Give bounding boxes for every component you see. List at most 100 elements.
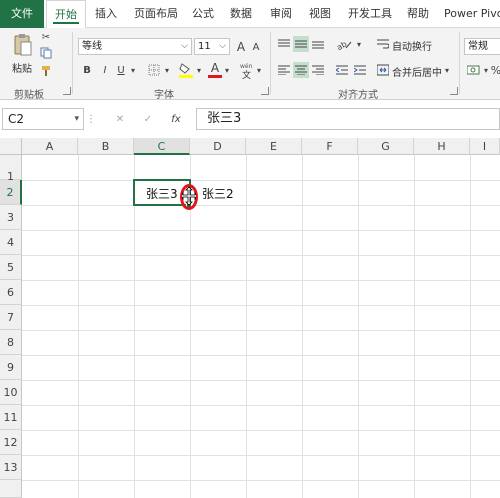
wrap-text-button[interactable]: 自动换行: [392, 38, 432, 53]
cancel-icon[interactable]: ✕: [112, 111, 128, 127]
gridline: [302, 155, 303, 498]
column-header[interactable]: I: [470, 138, 500, 155]
gridline: [22, 455, 500, 456]
group-divider: [72, 32, 73, 94]
clipboard-launcher-icon[interactable]: [63, 87, 71, 95]
tab-page-layout[interactable]: 页面布局: [128, 0, 184, 28]
row-header[interactable]: 8: [0, 330, 22, 355]
row-header[interactable]: 13: [0, 455, 22, 480]
borders-icon[interactable]: [146, 62, 162, 78]
tab-power-pivot[interactable]: Power Pivot: [444, 0, 500, 28]
align-left-icon[interactable]: [276, 62, 292, 78]
formula-controls: ✕ ✓ fx: [98, 108, 193, 130]
grow-font-button[interactable]: A: [234, 38, 248, 55]
chevron-down-icon[interactable]: ▾: [222, 62, 232, 78]
insert-function-button[interactable]: fx: [168, 111, 184, 127]
shrink-font-button[interactable]: A: [250, 40, 262, 55]
gridline: [22, 355, 500, 356]
tab-home[interactable]: 开始: [46, 0, 86, 29]
row-header[interactable]: 7: [0, 305, 22, 330]
row-header[interactable]: 4: [0, 230, 22, 255]
row-header[interactable]: 11: [0, 405, 22, 430]
tab-data[interactable]: 数据: [226, 0, 256, 28]
merge-center-button[interactable]: 合并后居中: [392, 64, 442, 79]
wrap-text-icon[interactable]: [376, 36, 390, 52]
cut-icon[interactable]: ✂: [38, 30, 54, 44]
column-header[interactable]: E: [246, 138, 302, 155]
gridline: [358, 155, 359, 498]
row-header[interactable]: 9: [0, 355, 22, 380]
column-header[interactable]: H: [414, 138, 470, 155]
tab-review[interactable]: 审阅: [266, 0, 296, 28]
tab-file[interactable]: 文件: [0, 0, 44, 28]
name-box[interactable]: C2 ▾: [2, 108, 84, 130]
chevron-down-icon[interactable]: ▾: [128, 62, 138, 78]
chevron-down-icon[interactable]: ▾: [162, 62, 172, 78]
column-header[interactable]: B: [78, 138, 134, 155]
row-header-selected[interactable]: 2: [0, 180, 22, 205]
enter-icon[interactable]: ✓: [140, 111, 156, 127]
italic-button[interactable]: I: [98, 62, 112, 78]
fill-color-icon[interactable]: [178, 61, 194, 79]
formula-input[interactable]: 张三3: [196, 108, 500, 130]
row-header[interactable]: 5: [0, 255, 22, 280]
paste-icon[interactable]: [12, 32, 34, 58]
row-header[interactable]: [0, 480, 22, 498]
gridline: [78, 155, 79, 498]
column-header[interactable]: A: [22, 138, 78, 155]
orientation-icon[interactable]: ab: [334, 36, 354, 52]
copy-icon[interactable]: [38, 46, 54, 60]
decrease-indent-icon[interactable]: [334, 62, 350, 78]
number-format-select[interactable]: 常规: [464, 38, 500, 55]
chevron-down-icon[interactable]: ▾: [194, 62, 204, 78]
bold-button[interactable]: B: [80, 62, 94, 78]
gridline: [22, 255, 500, 256]
format-painter-icon[interactable]: [38, 64, 54, 78]
increase-indent-icon[interactable]: [352, 62, 368, 78]
underline-button[interactable]: U: [114, 62, 128, 78]
alignment-launcher-icon[interactable]: [450, 87, 458, 95]
row-header[interactable]: 10: [0, 380, 22, 405]
column-header[interactable]: G: [358, 138, 414, 155]
tab-insert[interactable]: 插入: [88, 0, 124, 28]
row-header[interactable]: 3: [0, 205, 22, 230]
align-top-icon[interactable]: [276, 36, 292, 52]
ribbon: 粘贴 ✂ 剪贴板 等线 ⌵ 11 ⌵ A A B I U ▾ ▾ ▾ A ▾ w…: [0, 28, 500, 101]
column-header[interactable]: D: [190, 138, 246, 155]
group-divider: [459, 32, 460, 94]
chevron-down-icon[interactable]: ▾: [254, 62, 264, 78]
row-header[interactable]: 12: [0, 430, 22, 455]
align-center-icon[interactable]: [293, 62, 309, 78]
tab-view[interactable]: 视图: [305, 0, 335, 28]
align-bottom-icon[interactable]: [310, 36, 326, 52]
column-header-selected[interactable]: C: [134, 138, 190, 155]
gridline: [22, 480, 500, 481]
column-header[interactable]: F: [302, 138, 358, 155]
font-size-select[interactable]: 11 ⌵: [194, 38, 230, 55]
font-size-value: 11: [198, 41, 211, 52]
cell-d2[interactable]: 张三2: [202, 185, 234, 202]
chevron-down-icon[interactable]: ▾: [442, 62, 452, 78]
merge-center-icon[interactable]: [376, 62, 390, 78]
percent-style-icon[interactable]: %: [491, 62, 500, 78]
align-right-icon[interactable]: [310, 62, 326, 78]
row-header[interactable]: 1: [0, 155, 22, 183]
row-header[interactable]: 6: [0, 280, 22, 305]
paste-button[interactable]: 粘贴: [12, 60, 32, 75]
chevron-down-icon[interactable]: ▾: [482, 62, 490, 78]
select-all-corner[interactable]: [0, 138, 22, 155]
drag-handle-icon[interactable]: ⋮: [86, 112, 96, 126]
tab-help[interactable]: 帮助: [403, 0, 433, 28]
align-middle-icon[interactable]: [293, 36, 309, 52]
gridline: [22, 405, 500, 406]
font-name-select[interactable]: 等线 ⌵: [78, 38, 192, 55]
ribbon-tab-bar: 文件 开始 插入 页面布局 公式 数据 审阅 视图 开发工具 帮助 Power …: [0, 0, 500, 29]
tab-formulas[interactable]: 公式: [188, 0, 218, 28]
chevron-down-icon: ⌵: [219, 41, 226, 51]
font-launcher-icon[interactable]: [261, 87, 269, 95]
gridline: [22, 205, 500, 206]
tab-developer[interactable]: 开发工具: [345, 0, 395, 28]
font-color-button[interactable]: A: [208, 60, 222, 78]
accounting-format-icon[interactable]: [466, 62, 482, 78]
chevron-down-icon[interactable]: ▾: [354, 36, 364, 52]
